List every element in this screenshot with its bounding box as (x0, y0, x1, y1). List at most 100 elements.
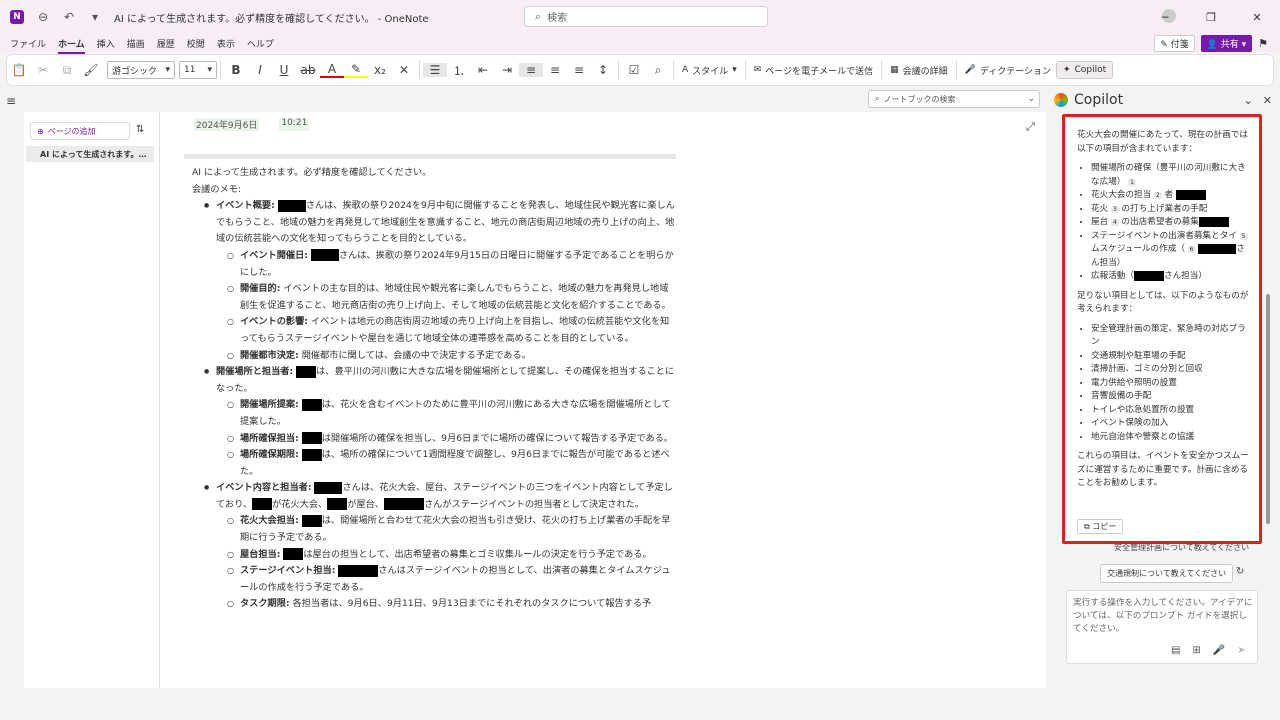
citation-ref[interactable]: 6 (1187, 246, 1196, 253)
numbered-list-icon[interactable]: ⒈ (447, 62, 471, 79)
list-item: ステージイベント担当: さんはステージイベントの担当として、出演者の募集とタイム… (192, 563, 676, 596)
menu-review[interactable]: 校閲 (187, 37, 205, 50)
copilot-button[interactable]: ✦ Copilot (1056, 61, 1114, 79)
search-icon: ⌕ (875, 94, 880, 103)
menu-bar: ファイル ホーム 挿入 描画 履歴 校閲 表示 ヘルプ ✎ 付箋 👤 共有 ▾ … (0, 34, 1280, 54)
citation-ref[interactable]: 2 (1153, 192, 1162, 199)
expand-icon[interactable]: ⤢ (1026, 120, 1035, 134)
citation-ref[interactable]: 1 (1128, 178, 1136, 186)
list-item: 開催場所提案: は、花火を含むイベントのために豊平川の河川敷にある大きな広場を開… (192, 397, 676, 430)
font-color-icon[interactable]: A (320, 62, 344, 78)
tag-icon[interactable]: ☑ (622, 63, 646, 77)
list-item: イベント内容と担当者: さんは、花火大会、屋台、ステージイベントの三つをイベント… (192, 480, 676, 513)
email-page-label: ページを電子メールで送信 (765, 66, 874, 77)
menu-view[interactable]: 表示 (217, 37, 235, 50)
notebook-search-input[interactable]: ⌕ ノートブックの検索 ⌄ (868, 90, 1040, 108)
cut-icon[interactable]: ✂ (31, 63, 55, 77)
suggestion-traffic-control[interactable]: 交通規制について教えてください (1100, 564, 1234, 583)
send-icon[interactable]: ➤ (1237, 645, 1245, 656)
suggestion-safety-plan[interactable]: 安全管理計画について教えてください (1114, 542, 1249, 553)
menu-draw[interactable]: 描画 (127, 37, 145, 50)
menu-history[interactable]: 履歴 (157, 37, 175, 50)
list-item: 開催場所の確保（豊平川の河川敷に大きな広場） 1 (1091, 162, 1253, 189)
undo-icon[interactable]: ↶ (62, 10, 76, 24)
citation-ref[interactable]: 4 (1110, 219, 1119, 226)
align-left-icon[interactable]: ≡ (519, 63, 543, 77)
bullet-list-icon[interactable]: ☰ (423, 63, 447, 77)
align-right-icon[interactable]: ≡ (567, 63, 591, 77)
menu-file[interactable]: ファイル (10, 37, 46, 50)
note-content[interactable]: AI によって生成されます。必ず精度を確認してください。 会議のメモ: イベント… (192, 165, 676, 613)
menu-insert[interactable]: 挿入 (97, 37, 115, 50)
page-date-time: 2024年9月6日 10:21 (194, 118, 310, 131)
minimize-icon[interactable]: ─ (1142, 11, 1188, 24)
sticky-note-button[interactable]: ✎ 付箋 (1154, 35, 1195, 52)
meeting-memo-label: 会議のメモ: (192, 183, 242, 195)
italic-icon[interactable]: I (248, 63, 272, 77)
dictation-button[interactable]: 🎤 ディクテーション (960, 64, 1056, 77)
outdent-icon[interactable]: ⇤ (471, 63, 495, 77)
refresh-icon[interactable]: ↻ (1236, 566, 1244, 577)
copy-button[interactable]: ⧉ コピー (1077, 519, 1124, 534)
paste-icon[interactable]: 📋 (7, 63, 31, 77)
underline-icon[interactable]: U (272, 63, 296, 77)
font-name-select[interactable]: 游ゴシック ▾ (107, 61, 175, 79)
note-container[interactable]: AI によって生成されます。必ず精度を確認してください。 会議のメモ: イベント… (184, 154, 676, 688)
ribbon-toolbar: 📋 ✂ ⧉ 🖌 游ゴシック ▾ 11 ▾ B I U ab A ✎ x₂ ✕ ☰ ⒈… (6, 54, 1274, 86)
bold-icon[interactable]: B (224, 63, 248, 77)
sticky-note-label: 付箋 (1170, 40, 1189, 50)
citation-ref[interactable]: 3 (1110, 205, 1119, 213)
citation-ref[interactable]: 5 (1239, 232, 1248, 240)
chevron-down-icon[interactable]: ⌄ (1244, 94, 1253, 107)
notebook-icon[interactable]: ▤ (1171, 645, 1180, 656)
copilot-scrollbar[interactable] (1266, 294, 1270, 524)
search-input[interactable]: ⌕ 検索 (524, 6, 768, 27)
chevron-down-icon[interactable]: ⌄ (1027, 94, 1035, 104)
prompt-guide-icon[interactable]: ⊞ (1192, 645, 1200, 656)
format-painter-icon[interactable]: 🖌 (79, 63, 103, 77)
email-page-button[interactable]: ✉ ページを電子メールで送信 (749, 64, 878, 77)
highlight-icon[interactable]: ✎ (344, 62, 368, 78)
add-page-button[interactable]: ⊕ ページの追加 (30, 122, 130, 140)
onenote-app-icon: N (10, 10, 24, 24)
meeting-details-button[interactable]: ▦ 会議の詳細 (885, 64, 953, 77)
page-item[interactable]: AI によって生成されます。… (26, 146, 154, 162)
list-item: 場所確保担当: は開催場所の確保を担当し、9月6日までに場所の確保について報告す… (192, 431, 676, 448)
maximize-icon[interactable]: ❐ (1188, 11, 1234, 24)
list-item: 花火 3 の打ち上げ業者の手配 (1091, 203, 1253, 217)
list-item: 屋台 4 の出店希望者の募集 (1091, 216, 1253, 230)
line-spacing-icon[interactable]: ↕ (591, 63, 615, 77)
sort-icon[interactable]: ⇅ (136, 124, 144, 135)
microphone-icon[interactable]: 🎤 (1213, 645, 1225, 656)
response-closing: これらの項目は、イベントを安全かつスムーズに運営するために重要です。計画に含める… (1077, 451, 1249, 488)
note-canvas[interactable]: 2024年9月6日 10:21 ⤢ AI によって生成されます。必ず精度を確認し… (160, 112, 1046, 688)
feedback-icon[interactable]: ⚑ (1258, 37, 1268, 50)
copy-icon[interactable]: ⧉ (55, 63, 79, 78)
clear-format-icon[interactable]: ✕ (392, 63, 416, 77)
copilot-prompt-input[interactable]: 実行する操作を入力してください。アイデアについては、以下のプロンプト ガイドを選… (1066, 590, 1258, 664)
style-button[interactable]: A スタイル ▾ (677, 64, 742, 77)
close-icon[interactable]: ✕ (1234, 11, 1280, 24)
list-item: 音響設備の手配 (1091, 390, 1253, 404)
search-placeholder: 検索 (547, 13, 568, 24)
copy-icon: ⧉ (1084, 522, 1090, 531)
hamburger-icon[interactable]: ≡ (6, 94, 16, 108)
page-item-label: AI によって生成されます。… (40, 149, 147, 159)
strikethrough-icon[interactable]: ab (296, 63, 320, 77)
customize-icon[interactable]: ▾ (88, 10, 102, 24)
close-icon[interactable]: ✕ (1263, 94, 1272, 107)
note-header: AI によって生成されます。必ず精度を確認してください。 (192, 167, 432, 178)
subscript-icon[interactable]: x₂ (368, 63, 392, 77)
list-item: 花火大会の担当 2 者 (1091, 189, 1253, 203)
menu-help[interactable]: ヘルプ (247, 37, 274, 50)
menu-home[interactable]: ホーム (58, 37, 85, 54)
align-center-icon[interactable]: ≡ (543, 63, 567, 77)
find-tags-icon[interactable]: ⌕ (646, 63, 670, 78)
title-bar: N ⊖ ↶ ▾ AI によって生成されます。必ず精度を確認してください。 - O… (0, 0, 1280, 34)
share-button[interactable]: 👤 共有 ▾ (1200, 35, 1253, 52)
font-size-select[interactable]: 11 ▾ (179, 61, 217, 79)
list-item: トイレや応急処置所の設置 (1091, 404, 1253, 418)
back-icon[interactable]: ⊖ (36, 10, 50, 24)
list-item: 場所確保期限: は、場所の確保について1週間程度で調整し、9月6日までに報告が可… (192, 447, 676, 480)
indent-icon[interactable]: ⇥ (495, 63, 519, 77)
